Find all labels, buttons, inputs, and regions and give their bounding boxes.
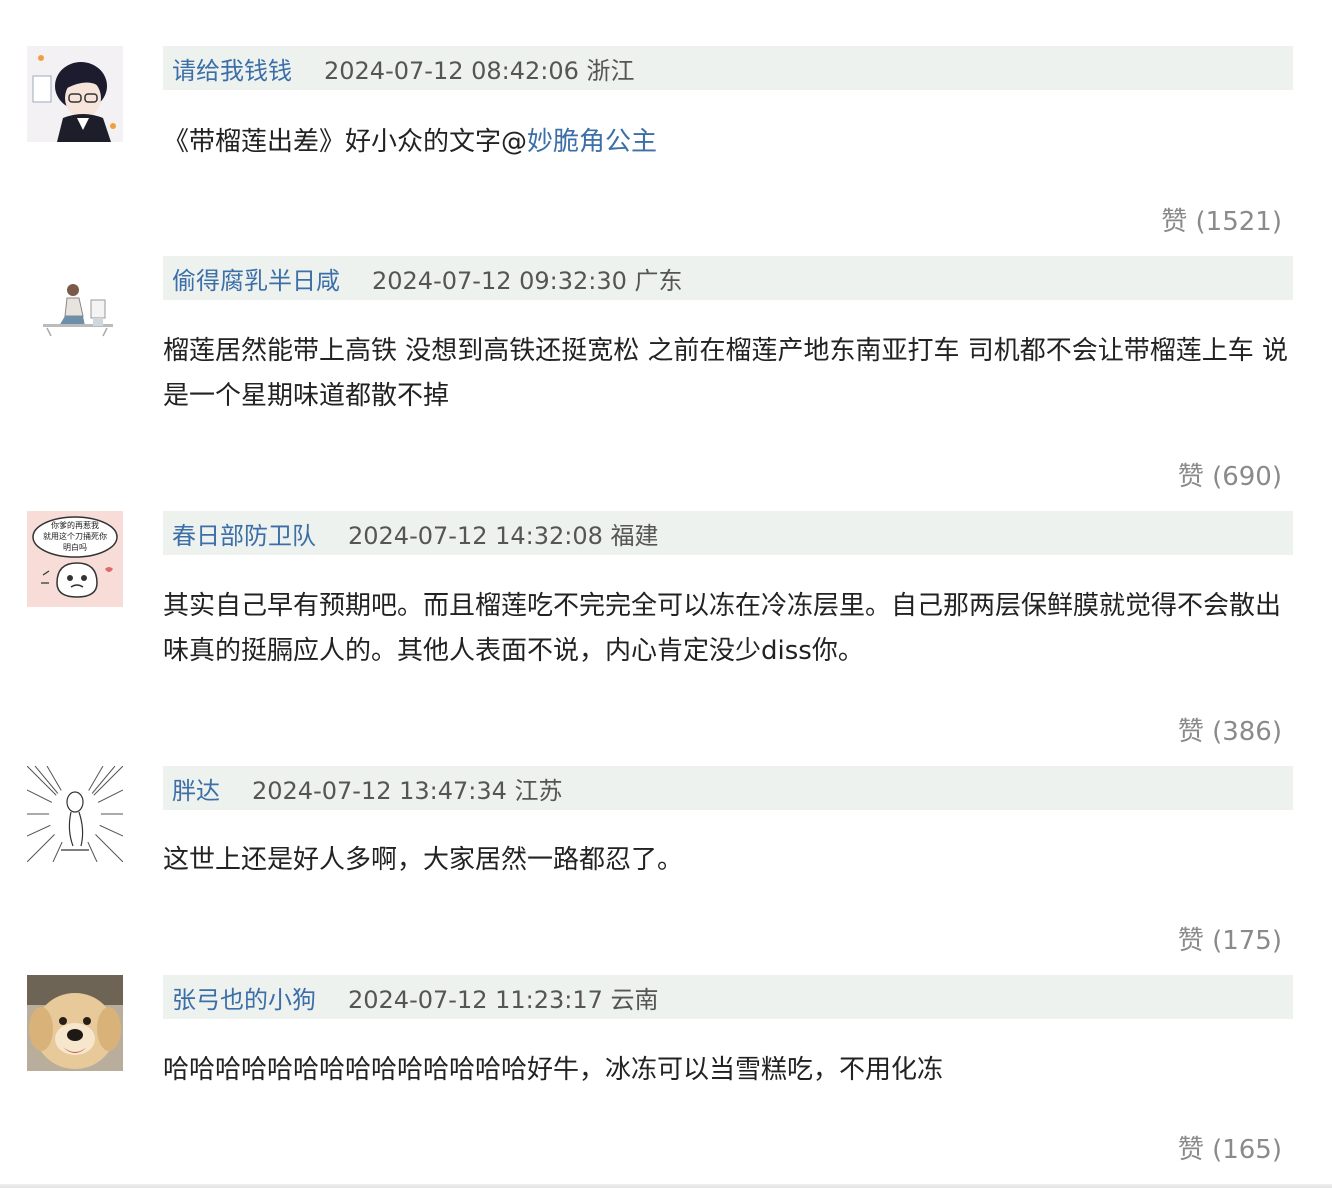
- timestamp-location: 2024-07-12 11:23:17 云南: [348, 985, 659, 1014]
- mention-link[interactable]: 妙脆角公主: [527, 127, 657, 157]
- avatar-sticker-text-1: 你爹的再惹我: [51, 520, 99, 530]
- avatar-anime-boy-icon[interactable]: [27, 46, 123, 142]
- comment-text: 哈哈哈哈哈哈哈哈哈哈哈哈哈哈好牛，冰冻可以当雪糕吃，不用化冻: [163, 1055, 944, 1085]
- username-link[interactable]: 偷得腐乳半日咸: [172, 261, 340, 296]
- username-link[interactable]: 胖达: [172, 771, 220, 806]
- comment-text: 这世上还是好人多啊，大家居然一路都忍了。: [163, 845, 684, 875]
- comment-text: 榴莲居然能带上高铁 没想到高铁还挺宽松 之前在榴莲产地东南亚打车 司机都不会让带…: [163, 336, 1289, 411]
- comment-header: 胖达 2024-07-12 13:47:34 江苏: [163, 766, 1293, 810]
- comment-header: 请给我钱钱 2024-07-12 08:42:06 浙江: [163, 46, 1293, 90]
- like-button[interactable]: 赞 (165): [1178, 1129, 1282, 1166]
- comment-text: 《带榴莲出差》好小众的文字@妙脆角公主: [163, 120, 1293, 165]
- timestamp-location: 2024-07-12 14:32:08 福建: [348, 521, 659, 550]
- comment-header: 偷得腐乳半日咸 2024-07-12 09:32:30 广东: [163, 256, 1293, 300]
- username-link[interactable]: 张弓也的小狗: [172, 980, 316, 1015]
- avatar-sticker-meme-icon[interactable]: 你爹的再惹我 就用这个刀捅死你 明白吗: [27, 511, 123, 607]
- username-link[interactable]: 春日部防卫队: [172, 516, 316, 551]
- like-button[interactable]: 赞 (690): [1178, 456, 1282, 493]
- avatar-sticker-text-3: 明白吗: [63, 542, 87, 552]
- bottom-divider: [0, 1184, 1332, 1188]
- comment-header: 春日部防卫队 2024-07-12 14:32:08 福建: [163, 511, 1293, 555]
- comment-text-content: 《带榴莲出差》好小众的文字@: [163, 127, 528, 157]
- like-button[interactable]: 赞 (386): [1178, 711, 1282, 748]
- like-button[interactable]: 赞 (175): [1178, 920, 1282, 957]
- timestamp-location: 2024-07-12 13:47:34 江苏: [252, 776, 563, 805]
- comment-header: 张弓也的小狗 2024-07-12 11:23:17 云南: [163, 975, 1293, 1019]
- comment-text: 其实自己早有预期吧。而且榴莲吃不完完全可以冻在冷冻层里。自己那两层保鲜膜就觉得不…: [163, 591, 1282, 666]
- username-link[interactable]: 请给我钱钱: [172, 51, 292, 86]
- avatar-speedline-sketch-icon[interactable]: [27, 766, 123, 862]
- like-button[interactable]: 赞 (1521): [1161, 201, 1282, 238]
- avatar-sketch-person-icon[interactable]: [27, 256, 123, 352]
- avatar-sticker-text-2: 就用这个刀捅死你: [43, 531, 107, 541]
- avatar-golden-retriever-icon[interactable]: [27, 975, 123, 1071]
- timestamp-location: 2024-07-12 09:32:30 广东: [372, 266, 683, 295]
- timestamp-location: 2024-07-12 08:42:06 浙江: [324, 56, 635, 85]
